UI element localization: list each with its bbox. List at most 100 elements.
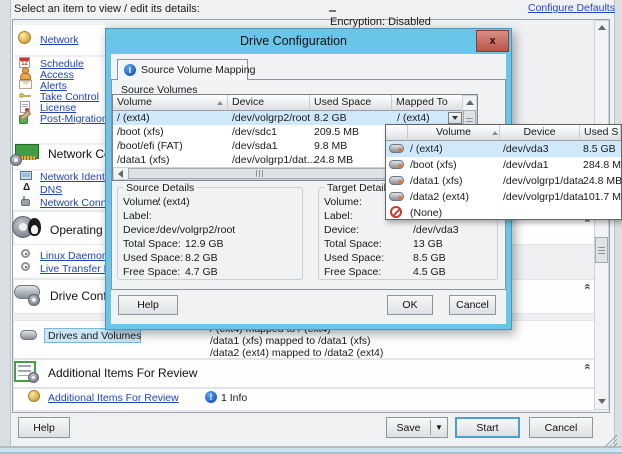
panel-scrollbar-down-icon[interactable]: [594, 394, 609, 409]
sidebar-item-network-connections[interactable]: Network Conne: [40, 197, 112, 209]
source-details-label: Source Details: [123, 182, 197, 194]
dialog-ok-button[interactable]: OK: [387, 295, 433, 315]
field-label: Total Space:: [123, 238, 181, 250]
live-transfer-icon: [21, 262, 30, 271]
option-volume: /data2 (ext4): [410, 190, 469, 204]
mapping-summary-line: /data2 (ext4) mapped to /data2 (ext4): [210, 348, 383, 359]
option-volume: /data1 (xfs): [410, 174, 463, 188]
drive-configuration-gear-icon: [28, 294, 40, 306]
dropdown-column-volume[interactable]: Volume: [408, 125, 500, 141]
list-hscroll-left-icon[interactable]: [113, 167, 127, 180]
mapping-summary-line: /data1 (xfs) mapped to /data1 (xfs): [210, 336, 371, 347]
sidebar-item-linux-daemons[interactable]: Linux Daemons: [40, 250, 113, 262]
panel-scrollbar-up-icon[interactable]: [594, 20, 609, 35]
dropdown-option[interactable]: /data1 (xfs) /dev/volgrp1/data 24.8 MB: [386, 173, 621, 189]
sidebar-item-dns[interactable]: DNS: [40, 184, 62, 196]
column-header-device[interactable]: Device: [228, 95, 310, 111]
tab-source-volume-mapping[interactable]: i Source Volume Mapping: [117, 59, 248, 80]
dropdown-column-device[interactable]: Device: [500, 125, 580, 141]
cell-volume: / (ext4): [117, 111, 150, 125]
configure-defaults-link[interactable]: Configure Defaults: [528, 2, 615, 14]
start-button[interactable]: Start: [455, 417, 520, 438]
cell-volume: /boot (xfs): [117, 125, 164, 139]
field-label: Device:: [324, 224, 359, 236]
cell-device: /dev/volgrp2/root: [232, 111, 310, 125]
window-frame-left: [0, 0, 11, 454]
option-used: 8.5 GB: [583, 142, 616, 156]
mapped-to-dropdown-button[interactable]: [448, 112, 462, 124]
field-label: Free Space:: [123, 266, 180, 278]
field-value: 12.9 GB: [185, 238, 224, 250]
sidebar-item-network-identification[interactable]: Network Identi: [40, 171, 107, 183]
dropdown-option[interactable]: /boot (xfs) /dev/vda1 284.8 MB: [386, 157, 621, 173]
table-row[interactable]: / (ext4) /dev/volgrp2/root 8.2 GB / (ext…: [113, 111, 463, 125]
disk-icon: [389, 192, 404, 201]
sort-ascending-icon: [217, 101, 223, 105]
cell-volume: /boot/efi (FAT): [117, 139, 183, 153]
linux-daemons-icon: [21, 249, 30, 258]
resize-grip[interactable]: [603, 433, 617, 447]
access-icon: [19, 67, 31, 79]
sidebar-item-network[interactable]: Network: [40, 34, 79, 46]
dns-icon: Δ: [23, 183, 30, 193]
dialog-title: Drive Configuration: [106, 34, 481, 48]
dropdown-column-icon[interactable]: [386, 125, 408, 141]
save-dropdown-arrow-icon[interactable]: ▼: [431, 423, 447, 432]
alerts-icon: [19, 80, 32, 89]
disk-icon: [389, 144, 404, 153]
section-header-additional-items[interactable]: Additional Items For Review: [48, 366, 197, 380]
column-header-mapped-to[interactable]: Mapped To: [392, 95, 463, 111]
cell-used: 24.8 MB: [314, 153, 353, 167]
dropdown-option[interactable]: /data2 (ext4) /dev/volgrp1/data 101.7 MB: [386, 189, 621, 205]
option-device: /dev/volgrp1/data: [503, 190, 584, 204]
collapse-section-icon[interactable]: »: [583, 361, 594, 373]
option-device: /dev/vda3: [503, 142, 549, 156]
cancel-button[interactable]: Cancel: [529, 417, 593, 438]
field-value: /dev/volgrp2/root: [157, 224, 235, 236]
network-connections-icon: [21, 196, 30, 206]
field-label: Device:: [123, 224, 158, 236]
dropdown-option[interactable]: / (ext4) /dev/vda3 8.5 GB: [386, 141, 621, 157]
column-header-volume[interactable]: Volume: [113, 95, 228, 111]
field-value: 8.5 GB: [413, 252, 446, 264]
sidebar-item-post-migration[interactable]: Post-Migration: [40, 113, 108, 125]
save-split-button[interactable]: Save ▼: [386, 417, 448, 438]
sidebar-item-additional-items[interactable]: Additional Items For Review: [48, 392, 179, 404]
cell-mapped-to: / (ext4): [397, 111, 430, 125]
help-button[interactable]: Help: [18, 417, 70, 438]
close-icon[interactable]: x: [476, 30, 509, 52]
list-hscroll-thumb[interactable]: [128, 168, 391, 179]
list-vscroll-up-icon[interactable]: [462, 95, 477, 109]
field-label: Free Space:: [324, 266, 381, 278]
field-label: Total Space:: [324, 238, 382, 250]
cell-device: /dev/sdc1: [232, 125, 277, 139]
save-button[interactable]: Save: [387, 422, 430, 434]
field-value: 4.7 GB: [185, 266, 218, 278]
sidebar-item-drives-and-volumes[interactable]: Drives and Volumes: [44, 328, 141, 343]
sort-ascending-icon: [492, 131, 498, 135]
column-header-used-space[interactable]: Used Space: [310, 95, 392, 111]
panel-scrollbar-thumb[interactable]: [595, 237, 608, 263]
dialog-help-button[interactable]: Help: [118, 295, 178, 315]
drives-and-volumes-label: Drives and Volumes: [48, 330, 141, 342]
tab-info-icon: i: [124, 64, 136, 76]
field-value: 4.5 GB: [413, 266, 446, 278]
cell-used: 9.8 MB: [314, 139, 347, 153]
network-icon: [18, 31, 31, 44]
sidebar-item-live-transfer[interactable]: Live Transfer D: [40, 263, 111, 275]
collapse-section-icon[interactable]: »: [583, 281, 594, 293]
dropdown-column-used[interactable]: Used S: [580, 125, 621, 141]
truncated-text-fragment: [329, 10, 336, 12]
option-volume: / (ext4): [410, 142, 443, 156]
option-used: 101.7 MB: [583, 190, 622, 204]
dialog-cancel-button[interactable]: Cancel: [449, 295, 496, 315]
option-used: 24.8 MB: [583, 174, 622, 188]
field-label: Label:: [324, 210, 353, 222]
field-label: Volume:: [123, 196, 161, 208]
additional-items-link-icon: [28, 390, 40, 402]
dropdown-option-none[interactable]: (None): [386, 205, 621, 221]
cell-device: /dev/volgrp1/dat...: [232, 153, 315, 167]
drives-and-volumes-icon: [20, 330, 37, 340]
none-prohibited-icon: [390, 206, 402, 218]
option-device: /dev/volgrp1/data: [503, 174, 584, 188]
